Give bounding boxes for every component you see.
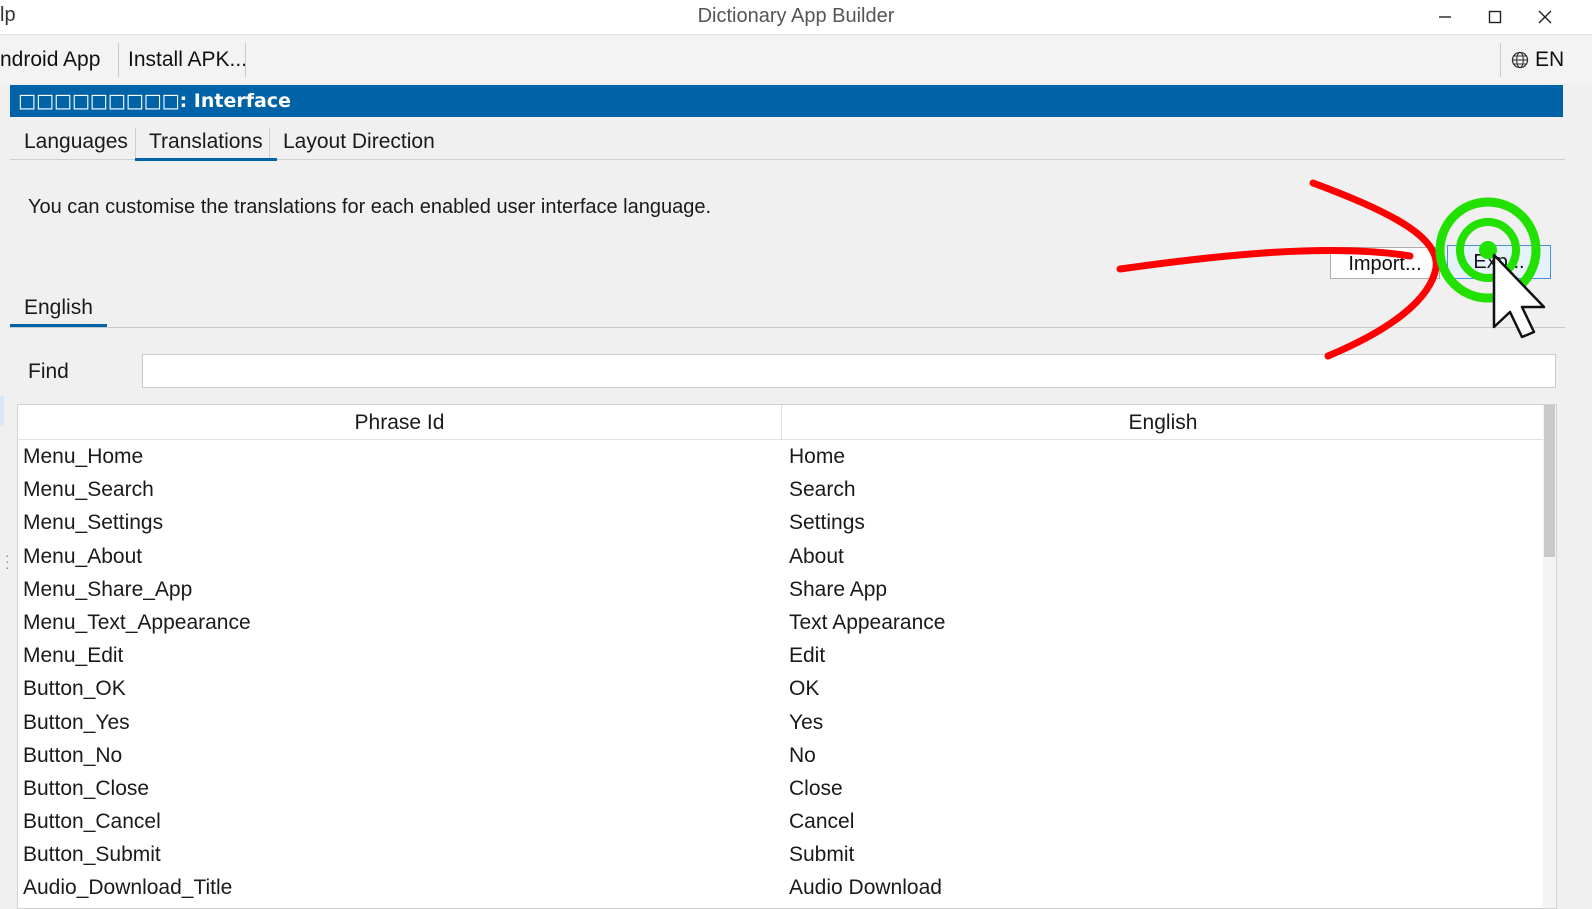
phrase-id-cell: Audio_Download_Title: [23, 876, 233, 900]
close-button[interactable]: [1520, 0, 1570, 34]
globe-icon: [1511, 51, 1529, 69]
export-button[interactable]: Exp...: [1447, 245, 1551, 279]
table-header: Phrase Id English: [18, 405, 1544, 440]
table-body: Menu_Home Home Menu_Search Search Menu_Setti…: [18, 440, 1544, 905]
english-translation-cell[interactable]: No: [789, 739, 816, 772]
scrollbar-thumb[interactable]: [1544, 405, 1555, 557]
minimize-button[interactable]: [1420, 0, 1470, 34]
english-translation-cell[interactable]: OK: [789, 672, 819, 705]
table-row[interactable]: Button_OK OK: [18, 672, 1544, 705]
find-input[interactable]: [142, 354, 1556, 388]
import-button[interactable]: Import...: [1330, 247, 1440, 279]
english-translation-cell[interactable]: Submit: [789, 838, 854, 871]
table-row[interactable]: Button_Close Close: [18, 772, 1544, 805]
left-edge-highlight: [0, 396, 4, 426]
find-label: Find: [28, 360, 69, 383]
table-row[interactable]: Menu_Text_Appearance Text Appearance: [18, 606, 1544, 639]
phrase-id-cell: Button_No: [23, 743, 123, 767]
toolbar-divider: [245, 43, 246, 77]
table-row[interactable]: Button_No No: [18, 739, 1544, 772]
english-translation-cell[interactable]: Edit: [789, 639, 825, 672]
tab-languages[interactable]: Languages: [10, 125, 142, 158]
phrase-id-cell: Menu_Home: [23, 445, 144, 468]
english-translation-cell[interactable]: Share App: [789, 573, 887, 606]
minimize-icon: [1439, 16, 1451, 18]
table-row[interactable]: Button_Submit Submit: [18, 838, 1544, 871]
vertical-scrollbar[interactable]: [1543, 405, 1556, 908]
tab-translations[interactable]: Translations: [135, 125, 277, 161]
table-row[interactable]: Menu_Search Search: [18, 473, 1544, 506]
table-row[interactable]: Menu_About About: [18, 540, 1544, 573]
phrase-id-cell: Button_Cancel: [23, 810, 161, 834]
english-translation-cell[interactable]: About: [789, 540, 844, 573]
table-row[interactable]: Audio_Download_Title Audio Download: [18, 871, 1544, 904]
english-translation-cell[interactable]: Search: [789, 473, 856, 506]
english-translation-cell[interactable]: Yes: [789, 706, 823, 739]
tab-english[interactable]: English: [10, 292, 107, 327]
phrase-id-cell: Button_Yes: [23, 710, 130, 734]
table-row[interactable]: Button_Yes Yes: [18, 706, 1544, 739]
phrase-id-cell: Menu_Search: [23, 478, 154, 502]
language-tabs: English: [10, 292, 1565, 328]
maximize-icon: [1488, 10, 1502, 24]
panel-header: □□□□□□□□□: Interface: [10, 85, 1563, 117]
phrase-id-cell: Menu_About: [23, 544, 143, 568]
english-translation-cell[interactable]: Home: [789, 440, 845, 473]
english-translation-cell[interactable]: Close: [789, 772, 843, 805]
toolbar: ndroid App Install APK... EN: [0, 35, 1592, 83]
table-row[interactable]: Menu_Edit Edit: [18, 639, 1544, 672]
translations-table: Phrase Id English Menu_Home Home Menu_Sear…: [17, 404, 1557, 909]
language-code: EN: [1535, 48, 1565, 71]
column-header-english[interactable]: English: [782, 405, 1544, 439]
build-android-app-button[interactable]: ndroid App: [0, 43, 108, 77]
english-translation-cell[interactable]: Cancel: [789, 805, 854, 838]
english-translation-cell[interactable]: Text Appearance: [789, 606, 945, 639]
phrase-id-cell: Button_Close: [23, 776, 150, 800]
toolbar-divider: [1500, 43, 1501, 77]
toolbar-divider: [118, 43, 119, 77]
window-title: Dictionary App Builder: [697, 5, 895, 27]
translations-description: You can customise the translations for e…: [28, 196, 712, 218]
phrase-id-cell: Menu_Edit: [23, 644, 124, 668]
english-translation-cell[interactable]: Audio Download: [789, 871, 942, 904]
phrase-id-cell: Button_Submit: [23, 843, 161, 867]
close-icon: [1538, 10, 1552, 24]
table-row[interactable]: Menu_Share_App Share App: [18, 573, 1544, 606]
table-row[interactable]: Menu_Settings Settings: [18, 506, 1544, 539]
splitter-grip[interactable]: · · ·: [5, 548, 10, 574]
phrase-id-cell: Button_OK: [23, 677, 126, 701]
maximize-button[interactable]: [1470, 0, 1520, 34]
column-header-phrase-id[interactable]: Phrase Id: [18, 405, 781, 439]
language-selector[interactable]: EN: [1503, 43, 1572, 77]
phrase-id-cell: Menu_Settings: [23, 511, 164, 535]
tab-layout-direction[interactable]: Layout Direction: [269, 125, 449, 158]
table-row[interactable]: Button_Cancel Cancel: [18, 805, 1544, 838]
phrase-id-cell: Menu_Share_App: [23, 577, 193, 601]
install-apk-button[interactable]: Install APK...: [120, 43, 255, 77]
phrase-id-cell: Menu_Text_Appearance: [23, 610, 251, 634]
interface-tabs: Languages Translations Layout Direction: [10, 122, 1565, 161]
english-translation-cell[interactable]: Settings: [789, 506, 865, 539]
table-row[interactable]: Menu_Home Home: [18, 440, 1544, 473]
title-bar: lp Dictionary App Builder: [0, 0, 1592, 35]
